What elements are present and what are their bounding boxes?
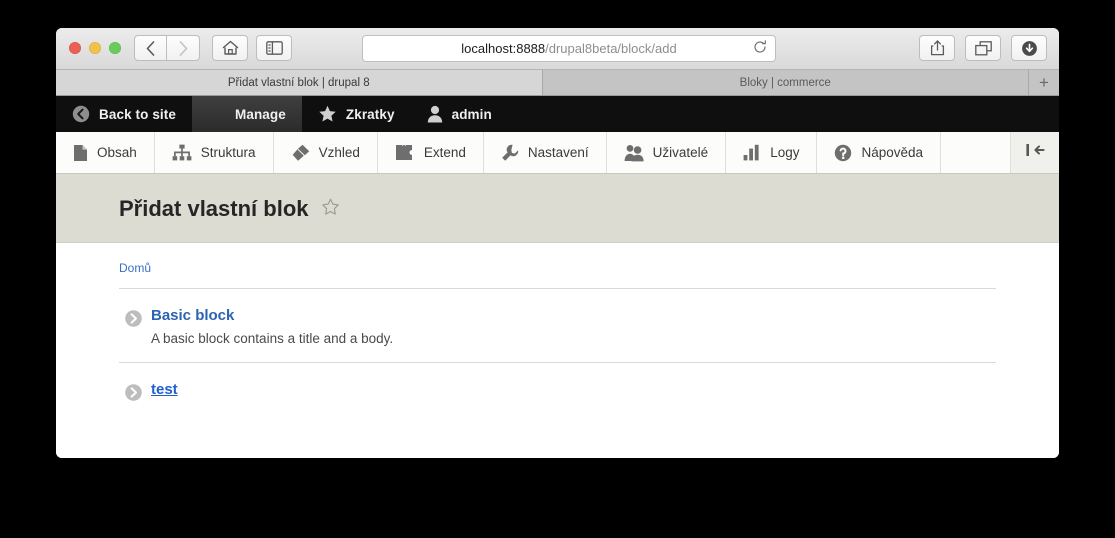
drupal-admin-toolbar: Back to site Manage Zkratky admin (56, 96, 1059, 132)
drupal-admin-menu: Obsah Struktura Vzhled Extend Nastavení … (56, 132, 1059, 174)
home-icon (222, 40, 238, 55)
sidebar-toggle-button[interactable] (256, 35, 292, 61)
back-arrow-circle-icon (72, 105, 90, 123)
chevron-right-circle-icon (125, 310, 142, 332)
menu-item-nastaveni[interactable]: Nastavení (484, 132, 607, 173)
toolbar-actions (919, 35, 1047, 61)
toolbar-item-manage-label: Manage (234, 106, 286, 122)
chevron-left-icon (146, 40, 155, 56)
toolbar-item-back-to-site[interactable]: Back to site (56, 96, 192, 132)
breadcrumb-link-home[interactable]: Domů (119, 261, 151, 275)
back-button[interactable] (134, 35, 167, 61)
share-icon (930, 40, 944, 56)
traffic-lights (69, 42, 121, 54)
minimize-window-button[interactable] (89, 42, 101, 54)
browser-toolbar: localhost:8888/drupal8beta/block/add (56, 28, 1059, 70)
star-outline-icon (322, 198, 339, 215)
menu-item-obsah[interactable]: Obsah (56, 132, 155, 173)
document-icon (73, 144, 88, 162)
downloads-button[interactable] (1011, 35, 1047, 61)
menu-item-logy[interactable]: Logy (726, 132, 818, 173)
show-all-tabs-icon (974, 40, 992, 55)
sitemap-icon (172, 144, 192, 161)
paintbrush-icon (291, 144, 310, 162)
chevron-right-circle-icon (125, 384, 142, 406)
menu-item-napoveda[interactable]: Nápověda (817, 132, 942, 173)
menu-item-vzhled-label: Vzhled (318, 145, 360, 160)
menu-item-struktura[interactable]: Struktura (155, 132, 274, 173)
toolbar-item-account[interactable]: admin (411, 96, 508, 132)
block-type-link-basic-block[interactable]: Basic block (151, 307, 234, 324)
question-circle-icon (834, 144, 852, 162)
new-tab-label: + (1039, 72, 1049, 92)
chevron-right-icon (179, 40, 187, 56)
puzzle-piece-icon (395, 144, 415, 161)
people-icon (624, 144, 644, 162)
browser-tab-2-label: Bloky | commerce (739, 76, 831, 89)
menu-item-uzivatele-label: Uživatelé (652, 145, 709, 160)
star-icon (318, 105, 337, 123)
hamburger-icon (208, 111, 226, 117)
block-type-description: A basic block contains a title and a bod… (151, 331, 394, 346)
tab-bar: Přidat vlastní blok | drupal 8 Bloky | c… (56, 70, 1059, 96)
toolbar-item-account-label: admin (451, 106, 492, 122)
page-header: Přidat vlastní blok (56, 174, 1059, 243)
tray-orientation-toggle[interactable] (1011, 132, 1059, 173)
toolbar-item-shortcuts[interactable]: Zkratky (302, 96, 411, 132)
block-type-link-test[interactable]: test (151, 381, 178, 398)
address-bar[interactable]: localhost:8888/drupal8beta/block/add (362, 35, 776, 62)
user-icon (427, 105, 443, 123)
url-path: /drupal8beta/block/add (545, 41, 677, 56)
new-tab-button[interactable]: + (1029, 70, 1059, 95)
browser-window: localhost:8888/drupal8beta/block/add Při… (56, 28, 1059, 458)
block-type-row: Basic block A basic block contains a tit… (119, 289, 996, 363)
toolbar-item-back-to-site-label: Back to site (99, 106, 176, 122)
block-type-row: test (119, 363, 996, 415)
sidebar-toggle-icon (265, 41, 283, 55)
menu-item-logy-label: Logy (770, 145, 800, 160)
menu-spacer (941, 132, 1011, 173)
menu-item-struktura-label: Struktura (200, 145, 256, 160)
breadcrumb: Domů (119, 261, 996, 289)
bar-chart-icon (743, 144, 761, 161)
menu-item-uzivatele[interactable]: Uživatelé (607, 132, 727, 173)
url-host: localhost:8888 (461, 41, 546, 56)
show-all-tabs-button[interactable] (965, 35, 1001, 61)
home-button[interactable] (212, 35, 248, 61)
maximize-window-button[interactable] (109, 42, 121, 54)
toolbar-item-manage[interactable]: Manage (191, 96, 302, 132)
toolbar-item-shortcuts-label: Zkratky (345, 106, 395, 122)
tray-orientation-icon (1025, 143, 1045, 162)
reload-button[interactable] (753, 40, 767, 58)
menu-item-extend-label: Extend (423, 145, 466, 160)
close-window-button[interactable] (69, 42, 81, 54)
wrench-icon (501, 144, 519, 162)
forward-button[interactable] (167, 35, 200, 61)
browser-tab-2[interactable]: Bloky | commerce (542, 70, 1029, 95)
menu-item-vzhled[interactable]: Vzhled (274, 132, 378, 173)
menu-item-napoveda-label: Nápověda (861, 145, 924, 160)
bookmark-star-button[interactable] (321, 198, 340, 221)
menu-item-extend[interactable]: Extend (378, 132, 484, 173)
menu-item-nastaveni-label: Nastavení (527, 145, 589, 160)
navigation-buttons (134, 35, 200, 61)
downloads-icon (1021, 40, 1037, 56)
share-button[interactable] (919, 35, 955, 61)
reload-icon (754, 40, 766, 53)
menu-item-obsah-label: Obsah (97, 145, 137, 160)
browser-tab-1[interactable]: Přidat vlastní blok | drupal 8 (56, 70, 543, 95)
page-content: Domů Basic block A basic block contains … (56, 243, 1059, 458)
page-title: Přidat vlastní blok (119, 196, 309, 221)
browser-tab-1-label: Přidat vlastní blok | drupal 8 (227, 76, 370, 89)
